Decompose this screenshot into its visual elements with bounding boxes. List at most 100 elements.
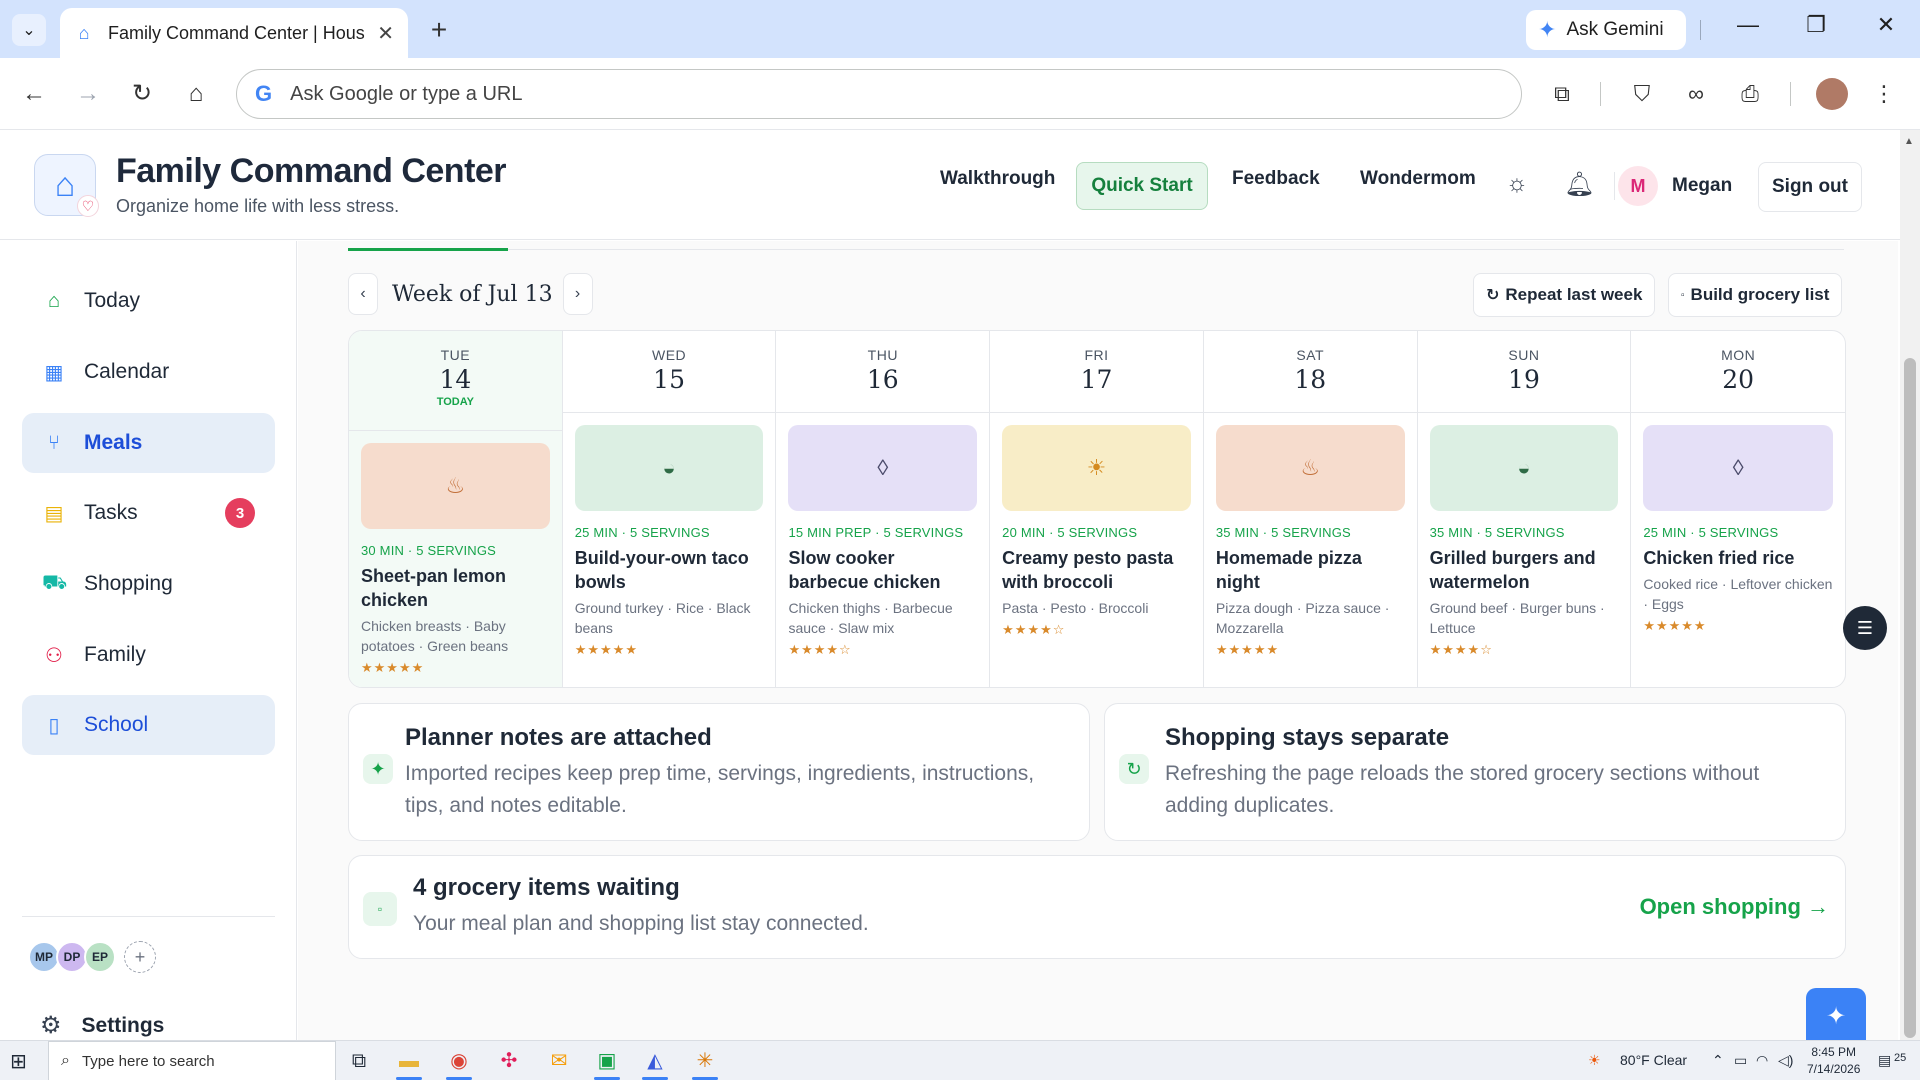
browser-tab[interactable]: ⌂ Family Command Center | Hous ✕ xyxy=(60,8,408,58)
excel-icon[interactable]: ▣ xyxy=(590,1047,624,1080)
meal-rating: ★★★★☆ xyxy=(1002,622,1066,637)
sidebar-item-label: Shopping xyxy=(84,572,173,595)
volume-icon[interactable]: ◁) xyxy=(1778,1052,1793,1069)
arc-icon[interactable]: ◭ xyxy=(638,1047,672,1080)
meal-meta: 15 MIN PREP · 5 SERVINGS xyxy=(788,525,964,540)
grocery-btn-label: Build grocery list xyxy=(1690,285,1830,304)
filter-menu-button[interactable]: ☰ xyxy=(1843,606,1887,650)
meal-name: Grilled burgers and watermelon xyxy=(1429,548,1596,592)
incognito-icon[interactable]: ⛉ xyxy=(1624,76,1660,112)
repeat-last-week-button[interactable]: ↻ Repeat last week xyxy=(1473,273,1656,317)
tray-chevron-icon[interactable]: ⌃ xyxy=(1712,1052,1724,1069)
meal-card[interactable]: ♨ 30 MIN · 5 SERVINGS Sheet-pan lemon chic… xyxy=(361,443,550,676)
tab-search-button[interactable]: ⌄ xyxy=(12,14,46,46)
meal-card[interactable]: ♨ 35 MIN · 5 SERVINGS Homemade pizza night… xyxy=(1215,425,1405,658)
clock[interactable]: 8:45 PM 7/14/2026 xyxy=(1807,1044,1860,1078)
day-column: SAT 18 ♨ 35 MIN · 5 SERVINGS Homemade pizza … xyxy=(1203,331,1418,687)
restore-icon[interactable]: ❐ xyxy=(1796,12,1836,38)
utensils-icon: ⑂ xyxy=(48,431,60,454)
new-tab-button[interactable]: + xyxy=(424,14,454,46)
reload-icon[interactable]: ↻ xyxy=(124,76,160,112)
open-shopping-link[interactable]: Open shopping → xyxy=(1640,894,1829,920)
page-scrollbar[interactable]: ▲ xyxy=(1900,130,1920,1040)
address-bar[interactable]: G Ask Google or type a URL xyxy=(236,69,1522,119)
nav-feedback[interactable]: Feedback xyxy=(1232,168,1320,190)
sun-icon: ☀ xyxy=(1086,455,1107,480)
prev-week-button[interactable]: ‹ xyxy=(348,273,378,315)
task-view-icon[interactable]: ⧉ xyxy=(342,1047,376,1075)
slack-icon[interactable]: ✣ xyxy=(492,1047,526,1075)
meal-rating: ★★★★☆ xyxy=(1429,642,1493,657)
grocery-title: 4 grocery items waiting xyxy=(413,874,680,901)
toolbar-divider xyxy=(1600,82,1601,106)
weather-icon[interactable]: ☀ xyxy=(1588,1052,1601,1069)
meal-thumbnail: ◒ xyxy=(1429,425,1619,511)
nav-walkthrough[interactable]: Walkthrough xyxy=(940,168,1055,190)
close-window-icon[interactable]: ✕ xyxy=(1866,12,1906,38)
more-menu-icon[interactable]: ⋮ xyxy=(1866,76,1902,112)
meal-rating: ★★★★★ xyxy=(361,660,425,675)
sidebar-item-school[interactable]: ▯ School xyxy=(22,695,275,755)
meal-meta: 25 MIN · 5 SERVINGS xyxy=(574,525,710,540)
user-menu[interactable]: M Megan xyxy=(1618,166,1732,206)
home-icon[interactable]: ⌂ xyxy=(178,76,214,112)
back-icon[interactable]: ← xyxy=(16,76,52,112)
meal-card[interactable]: ◊ 15 MIN PREP · 5 SERVINGS Slow cooker bar… xyxy=(788,425,978,658)
file-explorer-icon[interactable]: ▬ xyxy=(392,1047,426,1080)
nav-wondermom[interactable]: Wondermom xyxy=(1360,168,1476,190)
sign-out-button[interactable]: Sign out xyxy=(1758,162,1862,212)
profile-avatar[interactable] xyxy=(1816,78,1848,110)
sidebar-item-shopping[interactable]: ⛟ Shopping xyxy=(22,554,275,614)
forward-icon[interactable]: → xyxy=(70,76,106,112)
sidebar-item-meals[interactable]: ⑂ Meals xyxy=(22,413,275,473)
clipboard-icon: ▤ xyxy=(44,502,64,525)
close-tab-icon[interactable]: ✕ xyxy=(377,21,394,46)
wifi-icon[interactable]: ◠ xyxy=(1756,1052,1768,1069)
meal-meta: 35 MIN · 5 SERVINGS xyxy=(1429,525,1565,540)
member-avatar[interactable]: EP xyxy=(84,941,116,973)
link-icon[interactable]: ∞ xyxy=(1678,76,1714,112)
scroll-up-icon[interactable]: ▲ xyxy=(1904,136,1914,147)
notification-icon[interactable]: ▤ xyxy=(1878,1052,1891,1069)
next-week-button[interactable]: › xyxy=(562,273,593,315)
bell-icon[interactable]: 🔔︎ xyxy=(1564,170,1594,199)
battery-icon[interactable]: ▭ xyxy=(1734,1052,1747,1069)
scrollbar-thumb[interactable] xyxy=(1904,358,1916,1038)
theme-sun-icon[interactable]: ☼ xyxy=(1506,170,1528,198)
sidebar-item-settings[interactable]: ⚙ Settings xyxy=(40,1011,164,1040)
app-title: Family Command Center xyxy=(116,152,507,190)
taskbar-search[interactable]: ⌕ Type here to search xyxy=(48,1041,336,1080)
sidebar-item-tasks[interactable]: ▤ Tasks 3 xyxy=(22,483,275,543)
sidebar-item-calendar[interactable]: ▦ Calendar xyxy=(22,342,275,402)
mail-icon[interactable]: ✉ xyxy=(542,1047,576,1075)
meal-card[interactable]: ◒ 35 MIN · 5 SERVINGS Grilled burgers and … xyxy=(1429,425,1619,658)
windows-start-icon[interactable]: ⊞ xyxy=(10,1049,27,1074)
meal-name: Chicken fried rice xyxy=(1643,548,1795,568)
app-logo[interactable]: ⌂ ♡ xyxy=(34,154,99,217)
day-number: 16 xyxy=(866,365,899,394)
meal-name: Build-your-own taco bowls xyxy=(574,548,749,592)
nav-quick-start[interactable]: Quick Start xyxy=(1076,162,1208,210)
ask-gemini-button[interactable]: ✦ Ask Gemini xyxy=(1526,10,1686,50)
refresh-icon: ↻ xyxy=(1119,754,1149,784)
card-title: Shopping stays separate xyxy=(1165,724,1450,751)
meal-card[interactable]: ◊ 25 MIN · 5 SERVINGS Chicken fried rice Co… xyxy=(1643,425,1834,634)
claude-icon[interactable]: ✳ xyxy=(688,1047,722,1080)
day-header: THU 16 xyxy=(776,331,990,413)
meal-card[interactable]: ◒ 25 MIN · 5 SERVINGS Build-your-own taco … xyxy=(574,425,764,658)
meal-ingredients: Pasta · Pesto · Broccoli xyxy=(1002,600,1149,616)
taskbar-search-placeholder: Type here to search xyxy=(81,1052,215,1070)
extensions-icon[interactable]: ⧉ xyxy=(1544,76,1580,112)
sidebar-item-family[interactable]: ⚇ Family xyxy=(22,625,275,685)
meal-card[interactable]: ☀ 20 MIN · 5 SERVINGS Creamy pesto pasta w… xyxy=(1002,425,1191,638)
day-of-week: THU xyxy=(867,347,898,363)
build-grocery-list-button[interactable]: ▫ Build grocery list xyxy=(1668,273,1843,317)
assistant-sparkle-button[interactable]: ✦ xyxy=(1806,988,1866,1044)
browser-toolbar: ← → ↻ ⌂ G Ask Google or type a URL ⧉ ⛉ ∞… xyxy=(0,58,1920,130)
minimize-icon[interactable]: — xyxy=(1728,12,1768,38)
sidebar-item-today[interactable]: ⌂ Today xyxy=(22,271,275,331)
weather-text[interactable]: 80°F Clear xyxy=(1620,1052,1687,1068)
print-icon[interactable]: ⎙ xyxy=(1732,76,1768,112)
chrome-icon[interactable]: ◉ xyxy=(442,1047,476,1080)
add-member-button[interactable]: + xyxy=(124,941,156,973)
